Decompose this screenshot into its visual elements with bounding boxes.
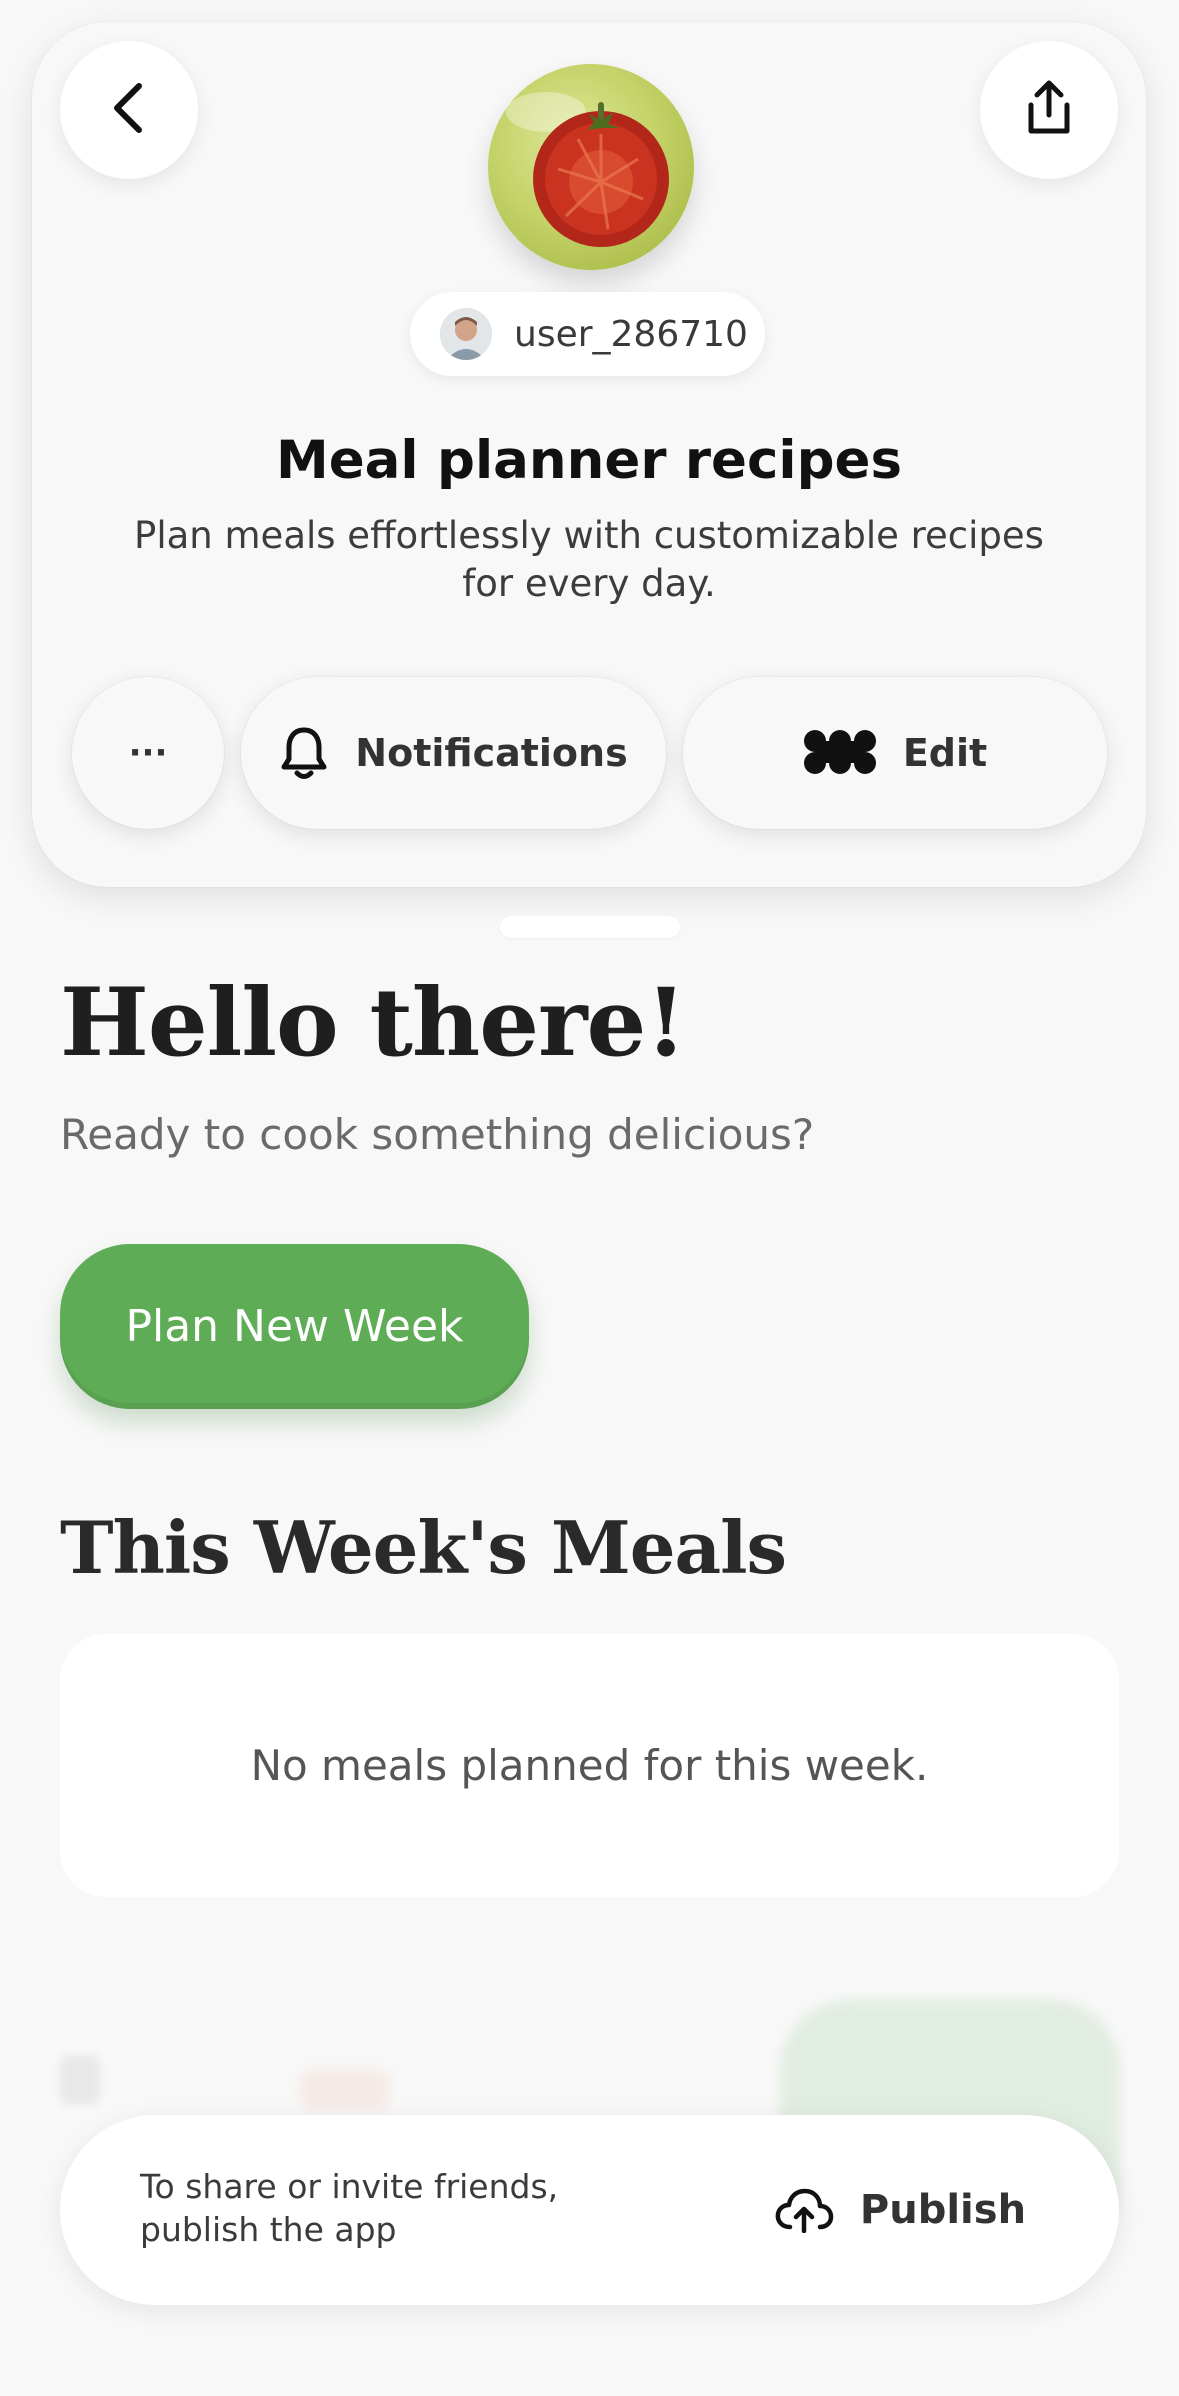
section-title: This Week's Meals xyxy=(60,1505,787,1590)
drag-handle[interactable] xyxy=(500,916,680,938)
edit-blob-icon xyxy=(803,729,877,777)
plan-new-week-button[interactable]: Plan New Week xyxy=(60,1244,529,1409)
avatar xyxy=(440,308,492,360)
bell-icon xyxy=(279,725,329,781)
greeting-heading: Hello there! xyxy=(60,968,687,1078)
empty-state-text: No meals planned for this week. xyxy=(250,1741,929,1790)
greeting-subtitle: Ready to cook something delicious? xyxy=(60,1110,815,1159)
user-chip[interactable]: user_286710 xyxy=(410,292,765,376)
username: user_286710 xyxy=(514,313,748,355)
app-header-card: user_286710 Meal planner recipes Plan me… xyxy=(32,22,1146,887)
edit-label: Edit xyxy=(902,731,988,775)
share-icon xyxy=(1023,79,1075,141)
publish-bar: To share or invite friends, publish the … xyxy=(60,2115,1119,2305)
back-button[interactable] xyxy=(60,41,198,179)
meals-empty-card: No meals planned for this week. xyxy=(60,1634,1119,1897)
share-button[interactable] xyxy=(980,41,1118,179)
back-icon xyxy=(109,80,149,140)
background-blur-decoration xyxy=(300,2070,390,2110)
publish-button[interactable]: Publish xyxy=(740,2145,1060,2275)
publish-message: To share or invite friends, publish the … xyxy=(140,2167,559,2249)
more-icon: ··· xyxy=(128,733,168,773)
edit-button[interactable]: Edit xyxy=(683,677,1107,829)
more-button[interactable]: ··· xyxy=(72,677,224,829)
cloud-upload-icon xyxy=(774,2187,834,2233)
notifications-label: Notifications xyxy=(355,731,628,775)
tomato-app-icon xyxy=(488,64,694,270)
app-title: Meal planner recipes xyxy=(275,430,903,491)
background-blur-decoration xyxy=(60,2055,100,2105)
publish-label: Publish xyxy=(859,2187,1027,2233)
notifications-button[interactable]: Notifications xyxy=(241,677,666,829)
app-description: Plan meals effortlessly with customizabl… xyxy=(134,514,1044,605)
